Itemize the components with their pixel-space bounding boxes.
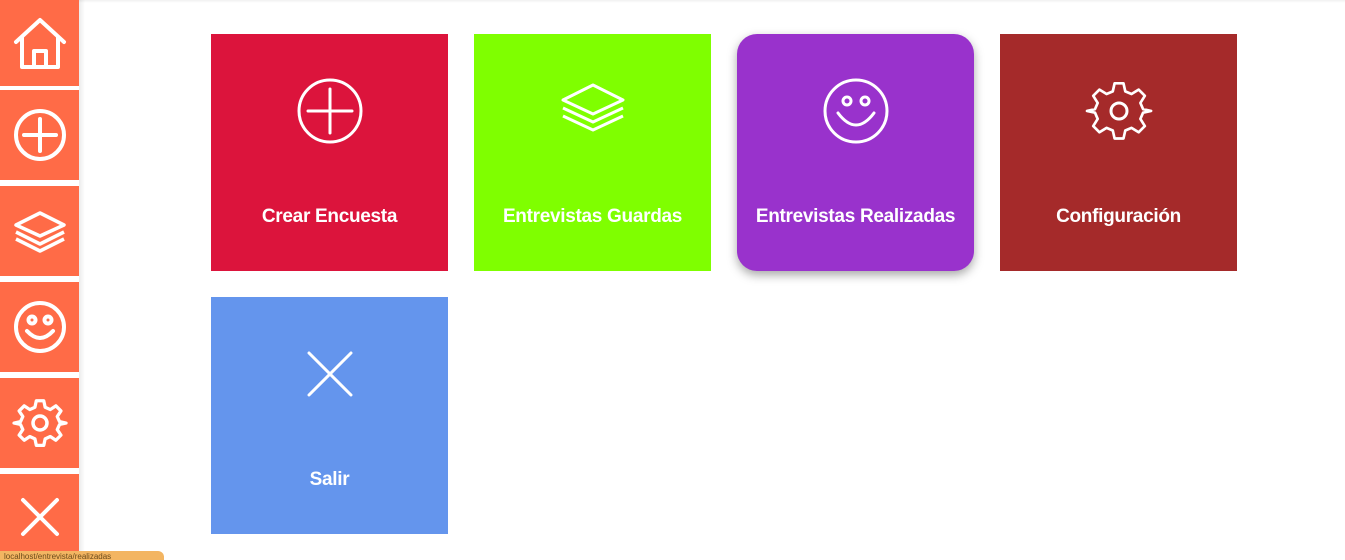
layers-icon [561,83,624,132]
top-divider [79,0,1345,3]
sidebar-shadow [79,0,85,560]
close-icon [307,351,352,397]
sidebar-item-realizadas[interactable] [0,282,79,372]
smiley-icon [13,301,66,353]
sidebar-item-crear[interactable] [0,90,79,180]
tile-entrevistas-guardas[interactable]: Entrevistas Guardas [474,34,711,271]
sidebar [0,0,79,560]
tile-label: Crear Encuesta [261,206,398,227]
tile-label: Salir [309,469,350,490]
tile-label: Configuración [1056,206,1181,227]
tile-crear-encuesta[interactable]: Crear Encuesta [211,34,448,271]
layers-icon [13,211,66,253]
sidebar-item-home[interactable] [0,0,79,86]
home-icon [13,18,66,69]
add-circle-icon [13,109,66,161]
tile-entrevistas-realizadas[interactable]: Entrevistas Realizadas [737,34,974,271]
dashboard-page: Crear Encuesta Entrevistas Guardas Entre… [0,0,1345,560]
tile-label: Entrevistas Guardas [502,206,683,227]
tile-salir[interactable]: Salir [211,297,448,534]
status-url-tooltip: localhost/entrevista/realizadas [0,551,164,560]
tile-label: Entrevistas Realizadas [755,206,956,227]
sidebar-item-configuracion[interactable] [0,378,79,468]
tile-configuracion[interactable]: Configuración [1000,34,1237,271]
add-circle-icon [297,78,362,144]
smiley-icon [823,78,888,144]
close-icon [20,498,59,536]
gear-icon [11,399,68,447]
sidebar-item-guardadas[interactable] [0,186,79,276]
sidebar-item-salir[interactable] [0,474,79,560]
gear-icon [1085,82,1152,140]
